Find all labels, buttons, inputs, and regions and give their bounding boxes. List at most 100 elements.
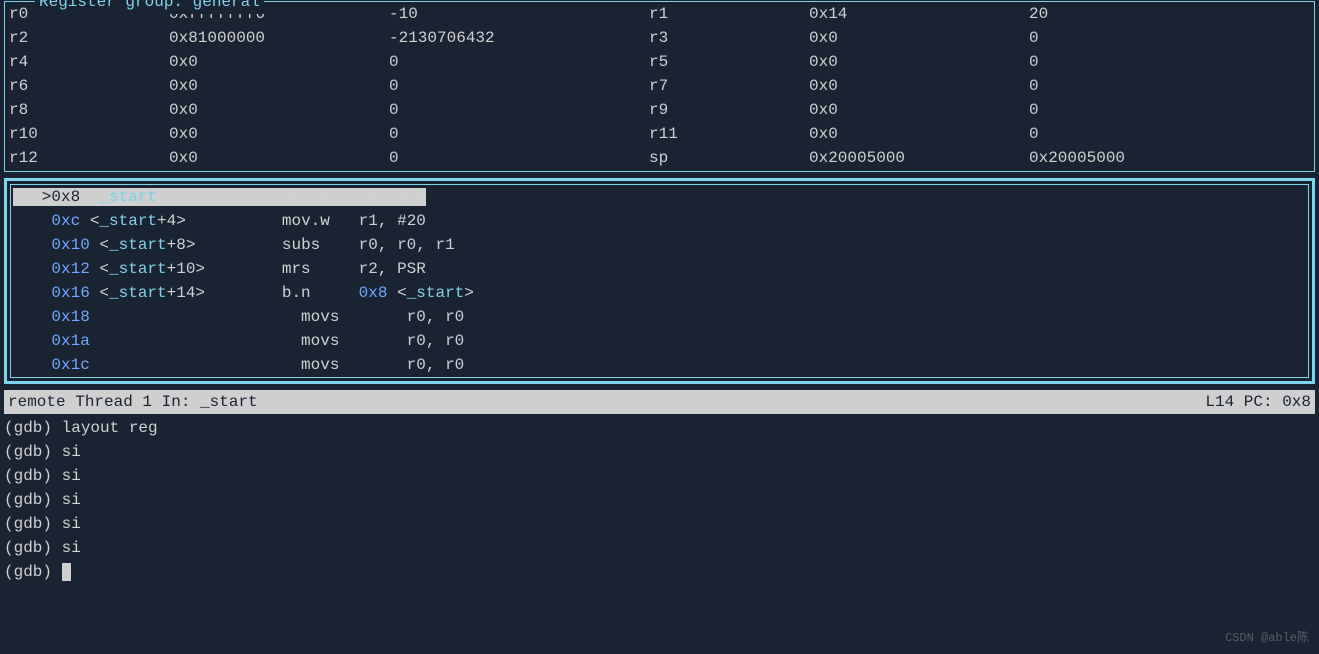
asm-operands: r1, #20 <box>330 212 426 230</box>
asm-mnemonic: mov.w <box>282 188 330 206</box>
register-panel: Register group: general r00xfffffff6-10r… <box>4 1 1315 172</box>
asm-addr: 0x10 <box>51 236 89 254</box>
register-hex: 0x81000000 <box>169 26 389 50</box>
register-hex: 0x0 <box>169 74 389 98</box>
asm-symbol: _start <box>99 188 157 206</box>
register-dec: 20 <box>1029 2 1289 26</box>
asm-row: >0x8 <_start> mov.w r0, #10 <box>13 185 1306 209</box>
asm-mnemonic: movs <box>301 356 339 374</box>
asm-symbol: _start <box>99 212 157 230</box>
asm-row: 0x1a movs r0, r0 <box>13 329 1306 353</box>
register-name: r7 <box>649 74 809 98</box>
gdb-prompt: (gdb) <box>4 515 62 533</box>
asm-mnemonic: movs <box>301 332 339 350</box>
register-name: r4 <box>9 50 169 74</box>
register-name: r1 <box>649 2 809 26</box>
asm-addr: 0x16 <box>51 284 89 302</box>
register-hex: 0x0 <box>809 50 1029 74</box>
register-name: r2 <box>9 26 169 50</box>
command-line[interactable]: (gdb) si <box>4 440 1315 464</box>
register-hex: 0x0 <box>169 50 389 74</box>
asm-row: 0x12 <_start+10> mrs r2, PSR <box>13 257 1306 281</box>
register-row: r20x81000000-2130706432r30x00 <box>9 26 1310 50</box>
register-dec: 0 <box>389 74 649 98</box>
register-hex: 0x0 <box>169 146 389 170</box>
command-line[interactable]: (gdb) si <box>4 488 1315 512</box>
command-text: si <box>62 539 81 557</box>
asm-mnemonic: b.n <box>282 284 311 302</box>
register-hex: 0x0 <box>809 26 1029 50</box>
register-hex: 0x0 <box>809 122 1029 146</box>
asm-operands: r0, r0 <box>339 308 464 326</box>
register-name: r10 <box>9 122 169 146</box>
register-dec: 0 <box>389 122 649 146</box>
register-name: r5 <box>649 50 809 74</box>
register-name: r9 <box>649 98 809 122</box>
register-dec: -2130706432 <box>389 26 649 50</box>
register-name: r3 <box>649 26 809 50</box>
command-area[interactable]: (gdb) layout reg(gdb) si(gdb) si(gdb) si… <box>4 416 1315 584</box>
asm-symbol: _start <box>109 236 167 254</box>
asm-addr: 0x12 <box>51 260 89 278</box>
register-dec: 0 <box>389 50 649 74</box>
command-text: si <box>62 467 81 485</box>
asm-operands: r2, PSR <box>311 260 426 278</box>
register-row: r80x00r90x00 <box>9 98 1310 122</box>
command-line[interactable]: (gdb) <box>4 560 1315 584</box>
register-dec: -10 <box>389 2 649 26</box>
register-hex: 0x0 <box>809 98 1029 122</box>
command-text: si <box>62 515 81 533</box>
asm-row: 0xc <_start+4> mov.w r1, #20 <box>13 209 1306 233</box>
asm-mnemonic: mov.w <box>282 212 330 230</box>
register-dec: 0 <box>389 98 649 122</box>
register-dec: 0 <box>1029 50 1289 74</box>
command-text: si <box>62 443 81 461</box>
register-dec: 0 <box>1029 26 1289 50</box>
asm-row: 0x1c movs r0, r0 <box>13 353 1306 377</box>
register-hex: 0x14 <box>809 2 1029 26</box>
register-hex: 0x0 <box>809 74 1029 98</box>
asm-operands: r0, r0 <box>339 332 464 350</box>
status-right: L14 PC: 0x8 <box>1205 390 1311 414</box>
register-dec: 0 <box>389 146 649 170</box>
asm-mnemonic: subs <box>282 236 320 254</box>
cursor-icon <box>62 563 71 581</box>
register-name: sp <box>649 146 809 170</box>
status-left: remote Thread 1 In: _start <box>8 390 258 414</box>
command-line[interactable]: (gdb) si <box>4 536 1315 560</box>
register-row: r120x00sp0x200050000x20005000 <box>9 146 1310 170</box>
status-bar: remote Thread 1 In: _start L14 PC: 0x8 <box>4 390 1315 414</box>
gdb-prompt: (gdb) <box>4 419 62 437</box>
asm-addr: 0x18 <box>51 308 89 326</box>
command-line[interactable]: (gdb) si <box>4 464 1315 488</box>
register-dec: 0 <box>1029 98 1289 122</box>
asm-mnemonic: mrs <box>282 260 311 278</box>
gdb-prompt: (gdb) <box>4 563 62 581</box>
asm-row: 0x16 <_start+14> b.n 0x8 <_start> <box>13 281 1306 305</box>
command-text: si <box>62 491 81 509</box>
gdb-prompt: (gdb) <box>4 491 62 509</box>
asm-operands: r0, r0, r1 <box>320 236 454 254</box>
register-dec: 0 <box>1029 74 1289 98</box>
asm-panel[interactable]: >0x8 <_start> mov.w r0, #10 0xc <_start+… <box>10 184 1309 378</box>
asm-addr: 0x8 <box>51 188 80 206</box>
register-dec: 0 <box>1029 122 1289 146</box>
asm-operands: r0, r0 <box>339 356 464 374</box>
asm-addr: 0x1a <box>51 332 89 350</box>
asm-addr: 0x1c <box>51 356 89 374</box>
asm-addr: 0xc <box>51 212 80 230</box>
asm-row: 0x18 movs r0, r0 <box>13 305 1306 329</box>
register-panel-title: Register group: general <box>35 0 264 14</box>
register-row: r60x00r70x00 <box>9 74 1310 98</box>
asm-operands: r0, #10 <box>330 188 426 206</box>
register-hex: 0x0 <box>169 98 389 122</box>
register-row: r40x00r50x00 <box>9 50 1310 74</box>
gdb-prompt: (gdb) <box>4 443 62 461</box>
asm-mnemonic: movs <box>301 308 339 326</box>
command-line[interactable]: (gdb) layout reg <box>4 416 1315 440</box>
register-dec: 0x20005000 <box>1029 146 1289 170</box>
register-name: r8 <box>9 98 169 122</box>
register-hex: 0x0 <box>169 122 389 146</box>
command-line[interactable]: (gdb) si <box>4 512 1315 536</box>
asm-symbol: _start <box>109 284 167 302</box>
